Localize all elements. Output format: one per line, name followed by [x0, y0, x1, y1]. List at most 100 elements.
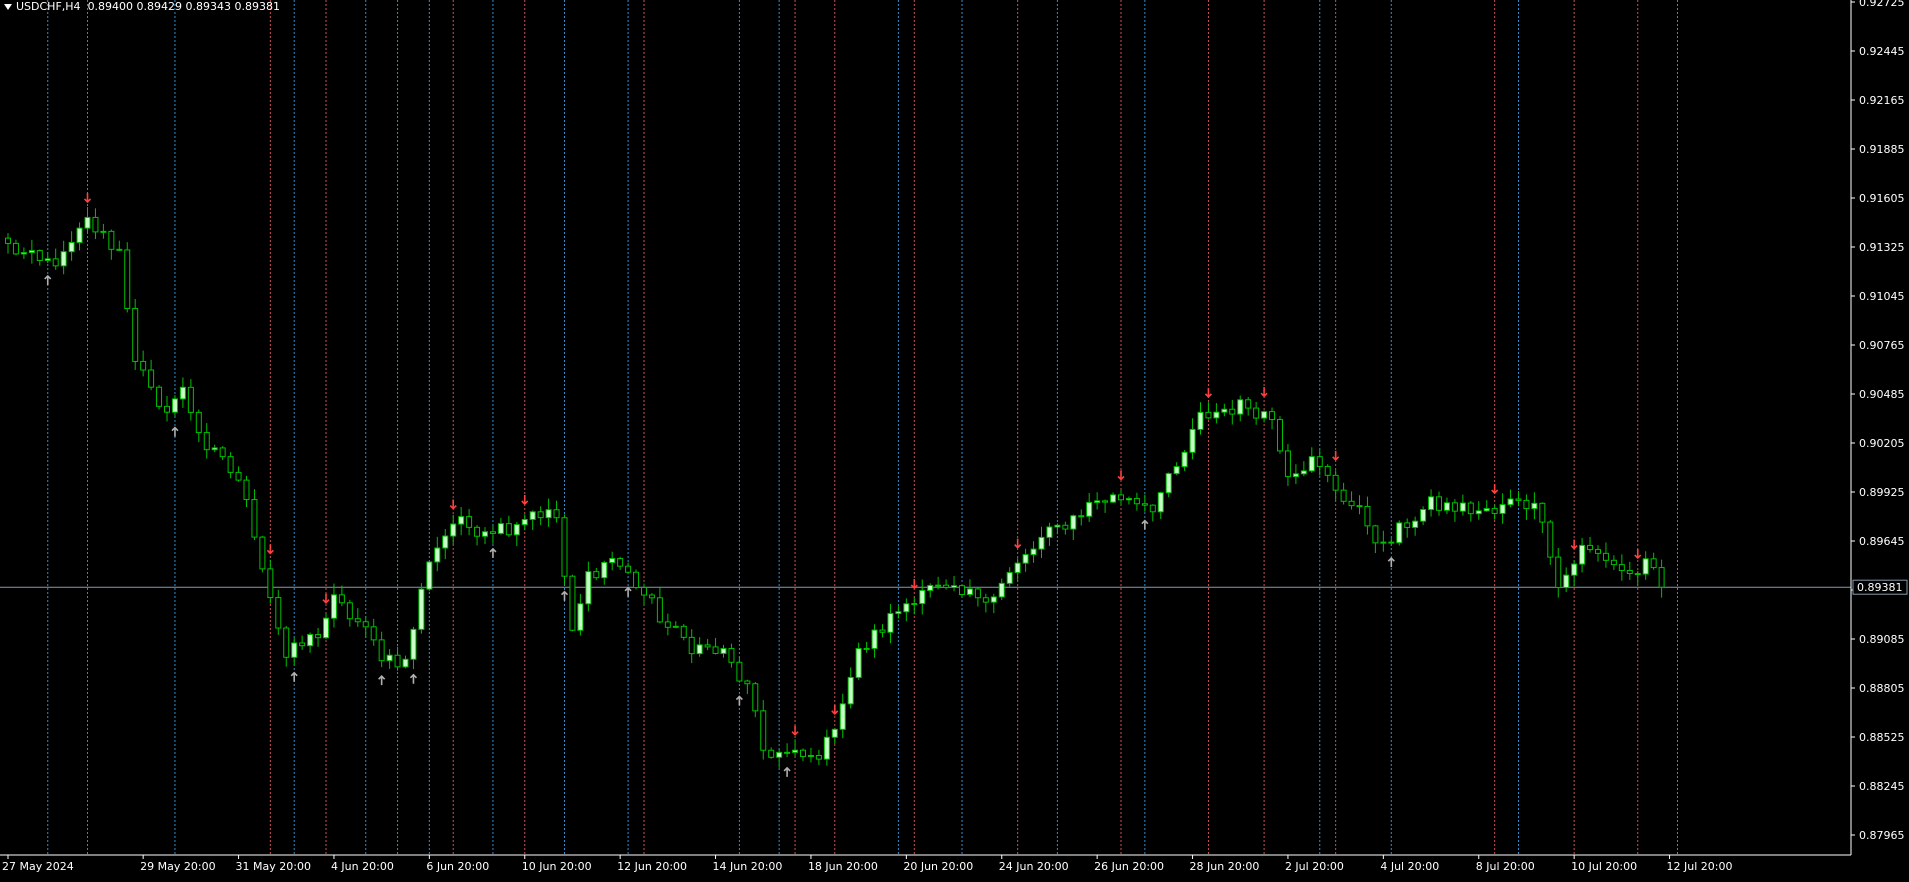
price-tick-label: 0.88245 [1859, 780, 1905, 793]
bull-candle [76, 227, 83, 243]
bull-candle [1380, 541, 1387, 544]
chart-canvas[interactable]: 0.92725 0.92445 0.92165 0.91885 0.91605 0.913… [0, 0, 1909, 878]
bear-candle [1324, 465, 1331, 476]
bull-candle [44, 258, 51, 261]
bear-candle [489, 531, 496, 534]
time-tick-label: 10 Jul 20:00 [1571, 860, 1637, 873]
bull-candle [919, 589, 926, 605]
bull-candle [1165, 473, 1172, 494]
bear-candle [656, 597, 663, 623]
bear-candle [1491, 508, 1498, 514]
ohlc-values: 0.89400 0.89429 0.89343 0.89381 [87, 0, 281, 13]
chart-header: USDCHF,H4 0.89400 0.89429 0.89343 0.8938… [4, 0, 280, 14]
bull-candle [1579, 544, 1586, 565]
bull-candle [1443, 502, 1450, 511]
bear-candle [1141, 503, 1148, 506]
symbol-timeframe: USDCHF,H4 [16, 0, 81, 13]
bear-candle [1555, 556, 1562, 588]
price-tick-label: 0.89645 [1859, 535, 1905, 548]
time-tick-label: 4 Jul 20:00 [1380, 860, 1439, 873]
bull-candle [1475, 510, 1482, 515]
time-tick-label: 28 Jun 20:00 [1190, 860, 1260, 873]
bull-candle [330, 594, 337, 619]
bull-candle [823, 736, 830, 760]
bull-candle [307, 634, 314, 647]
time-tick-label: 18 Jun 20:00 [808, 860, 878, 873]
bear-candle [1253, 407, 1260, 419]
bull-candle [434, 547, 441, 563]
bull-candle [1292, 473, 1299, 478]
bear-candle [1626, 569, 1633, 575]
bull-candle [1006, 572, 1013, 584]
bear-candle [1436, 496, 1442, 511]
bull-candle [839, 703, 846, 730]
bull-candle [529, 511, 536, 520]
bear-candle [92, 216, 99, 233]
bull-candle [68, 241, 75, 253]
bear-candle [1634, 573, 1641, 576]
bull-candle [895, 611, 902, 615]
bull-candle [1571, 563, 1578, 576]
price-tick-label: 0.92445 [1859, 45, 1905, 58]
bear-candle [943, 584, 950, 588]
bear-candle [1451, 502, 1458, 512]
bull-candle [1189, 428, 1196, 453]
bear-candle [1388, 541, 1395, 544]
bear-candle [1372, 525, 1379, 544]
bull-candle [990, 596, 997, 603]
bear-candle [1618, 564, 1625, 571]
bear-candle [1515, 498, 1522, 501]
bull-candle [1563, 574, 1570, 588]
bull-candle [1499, 504, 1506, 514]
bear-candle [283, 627, 290, 658]
time-tick-label: 14 Jun 20:00 [713, 860, 783, 873]
bull-candle [1396, 522, 1403, 544]
bear-candle [1587, 544, 1594, 551]
bear-candle [148, 369, 155, 388]
bull-candle [482, 531, 488, 537]
bull-candle [776, 751, 783, 758]
bull-candle [211, 447, 218, 451]
bear-candle [752, 683, 759, 712]
bear-candle [235, 471, 242, 481]
bear-candle [195, 411, 202, 434]
bull-candle [1054, 524, 1061, 528]
bear-candle [362, 621, 369, 628]
bull-candle [696, 644, 703, 655]
bull-candle [609, 558, 616, 564]
bear-candle [1348, 500, 1355, 507]
bull-candle [60, 251, 67, 267]
bull-candle [521, 518, 528, 526]
bull-candle [855, 648, 862, 678]
time-tick-label: 31 May 20:00 [236, 860, 311, 873]
bear-candle [116, 248, 123, 251]
bear-candle [1284, 450, 1291, 478]
bear-candle [1078, 515, 1085, 518]
bull-candle [847, 676, 854, 705]
current-price-label: 0.89381 [1857, 581, 1903, 594]
price-chart[interactable]: 0.92725 0.92445 0.92165 0.91885 0.91605 0.913… [0, 0, 1909, 878]
chart-background [0, 0, 1909, 878]
bull-candle [935, 584, 942, 587]
bull-candle [545, 509, 552, 519]
dropdown-triangle-icon[interactable] [4, 4, 12, 10]
bear-candle [52, 258, 59, 267]
bull-candle [601, 562, 608, 579]
bull-candle [863, 647, 870, 650]
bull-candle [426, 561, 433, 590]
time-tick-label: 2 Jul 20:00 [1285, 860, 1344, 873]
bear-candle [959, 585, 965, 596]
time-tick-label: 8 Jul 20:00 [1476, 860, 1535, 873]
bull-candle [1221, 408, 1228, 413]
price-tick-label: 0.90485 [1859, 388, 1905, 401]
bear-candle [744, 680, 751, 685]
bull-candle [402, 658, 409, 668]
bull-candle [418, 588, 425, 630]
bull-candle [442, 535, 449, 549]
bull-candle [1086, 501, 1093, 517]
bull-candle [1213, 411, 1220, 419]
bear-candle [187, 386, 194, 413]
bear-candle [474, 526, 481, 537]
bull-candle [386, 654, 393, 662]
bear-candle [641, 587, 647, 596]
